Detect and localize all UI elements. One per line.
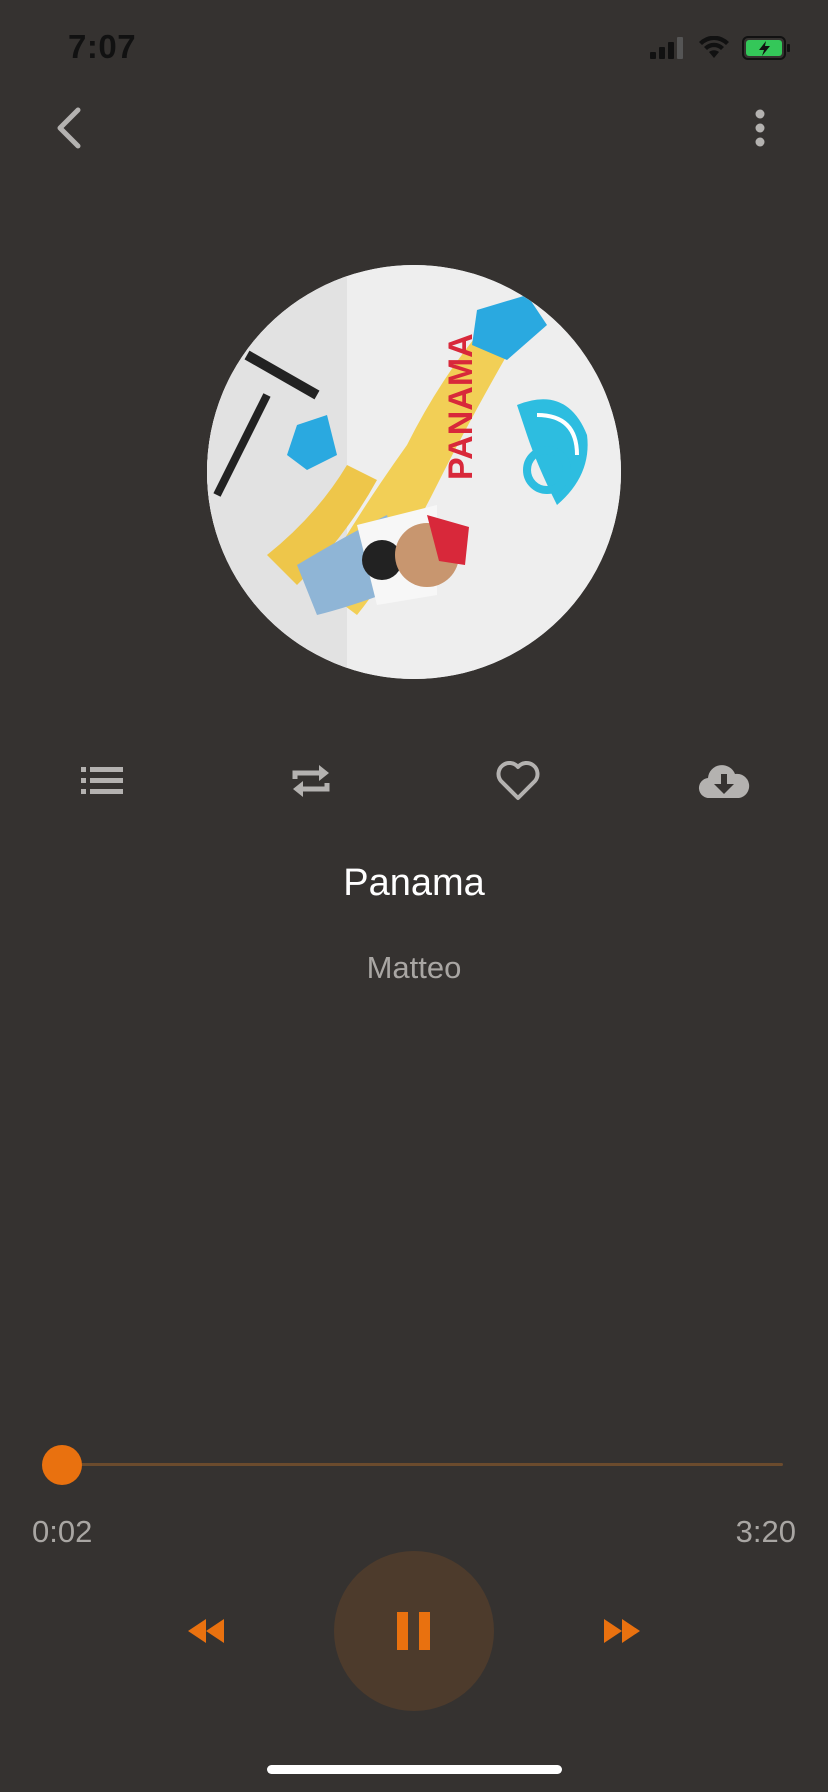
status-time: 7:07 [68, 28, 137, 65]
album-art-image: PANAMA [207, 265, 621, 679]
chevron-left-icon [57, 107, 81, 149]
rewind-button[interactable] [178, 1606, 234, 1656]
queue-list-button[interactable] [71, 749, 135, 813]
status-icons [650, 36, 792, 60]
total-duration: 3:20 [735, 1514, 796, 1549]
heart-icon [496, 761, 540, 800]
more-options-button[interactable] [740, 104, 780, 152]
pause-icon [397, 1612, 430, 1650]
list-icon [81, 767, 123, 794]
album-art: PANAMA [207, 265, 621, 679]
rewind-icon [188, 1619, 224, 1643]
download-button[interactable] [692, 749, 756, 813]
wifi-icon [699, 36, 729, 58]
back-button[interactable] [48, 100, 92, 156]
progress-thumb[interactable] [42, 1445, 83, 1485]
elapsed-time: 0:02 [32, 1514, 93, 1549]
pause-button[interactable] [334, 1551, 494, 1711]
fast-forward-icon [604, 1619, 640, 1643]
repeat-button[interactable] [279, 749, 343, 813]
favorite-button[interactable] [486, 749, 550, 813]
repeat-icon [292, 765, 330, 797]
battery-charging-icon [742, 36, 790, 60]
progress-bar[interactable] [55, 1463, 783, 1466]
fast-forward-button[interactable] [594, 1606, 650, 1656]
track-artist: Matteo [366, 950, 462, 985]
home-indicator[interactable] [267, 1765, 562, 1774]
track-title: Panama [343, 862, 485, 904]
signal-icon [650, 37, 683, 59]
more-vertical-icon [755, 109, 765, 147]
album-art-text: PANAMA [442, 333, 480, 480]
cloud-download-icon [698, 765, 750, 799]
